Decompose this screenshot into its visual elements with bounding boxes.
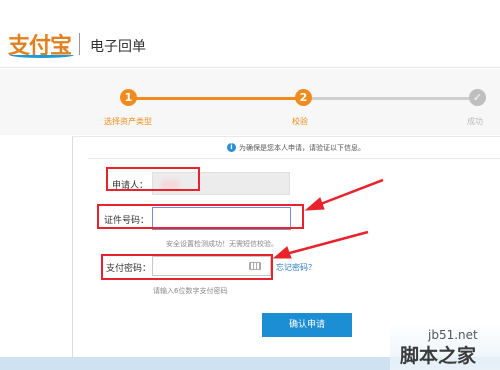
annotation-arrow-2	[285, 230, 369, 256]
watermark-url: jb51.net	[428, 328, 478, 342]
annotation-arrowhead-2	[272, 246, 292, 259]
annotation-arrowhead-1	[304, 197, 325, 211]
annotation-arrows	[272, 178, 384, 259]
annotation-arrow-1	[317, 178, 384, 207]
watermark-name: 脚本之家	[400, 345, 477, 367]
